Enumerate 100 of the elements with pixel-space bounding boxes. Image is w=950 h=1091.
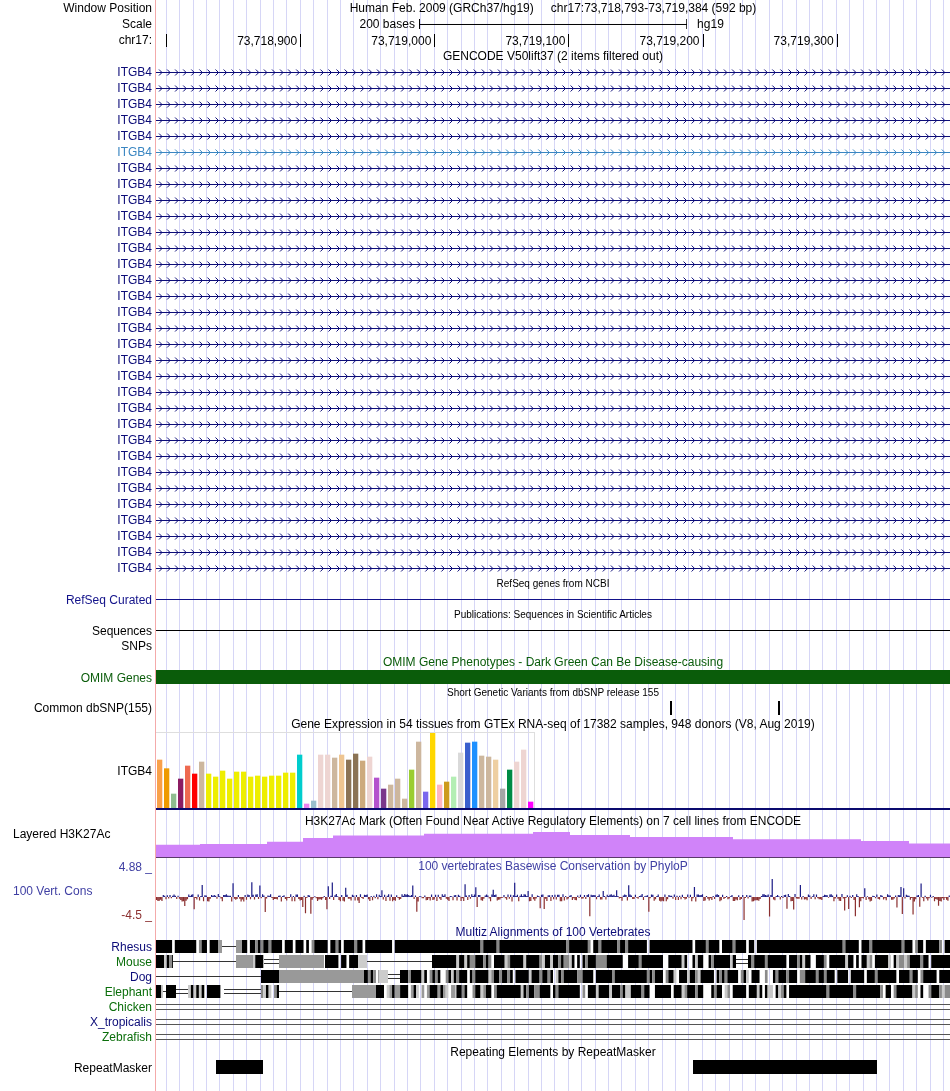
transcript-line[interactable] <box>156 116 950 124</box>
species-label[interactable]: Mouse <box>115 955 152 968</box>
gene-label[interactable]: ITGB4 <box>117 466 152 478</box>
transcript-line[interactable] <box>156 516 950 524</box>
ruler-tick <box>434 34 436 47</box>
track-label[interactable]: Layered H3K27Ac <box>13 828 111 840</box>
track-label[interactable]: ITGB4 <box>117 765 152 777</box>
ruler-tick <box>300 34 302 47</box>
track-label[interactable]: RefSeq Curated <box>65 593 152 606</box>
species-label[interactable]: Elephant <box>104 985 152 998</box>
transcript-line[interactable] <box>156 452 950 460</box>
genome-position: chr17:73,718,793-73,719,384 (592 bp) <box>550 2 757 14</box>
species-label[interactable]: Dog <box>130 970 152 983</box>
gene-label[interactable]: ITGB4 <box>117 146 152 158</box>
track-title: GENCODE V50lift37 (2 items filtered out) <box>442 50 664 62</box>
row-label: Window Position <box>63 2 152 14</box>
gene-label[interactable]: ITGB4 <box>117 562 152 574</box>
position-label: 73,719,100 <box>505 35 566 47</box>
gene-label[interactable]: ITGB4 <box>117 194 152 206</box>
transcript-line[interactable] <box>156 180 950 188</box>
gene-label[interactable]: ITGB4 <box>117 338 152 350</box>
track-title: 100 vertebrates Basewise Conservation by PhyloP <box>418 860 688 872</box>
track-label[interactable]: 100 Vert. Cons <box>13 885 93 897</box>
gene-label[interactable]: ITGB4 <box>117 354 152 366</box>
gene-label[interactable]: ITGB4 <box>117 274 152 286</box>
transcript-line[interactable] <box>156 468 950 476</box>
gene-label[interactable]: ITGB4 <box>117 258 152 270</box>
gene-label[interactable]: ITGB4 <box>117 370 152 382</box>
gene-label[interactable]: ITGB4 <box>117 130 152 142</box>
gene-label[interactable]: ITGB4 <box>117 82 152 94</box>
gene-label[interactable]: ITGB4 <box>117 226 152 238</box>
track-label[interactable]: OMIM Genes <box>80 671 152 684</box>
gene-label[interactable]: ITGB4 <box>117 114 152 126</box>
gene-label[interactable]: ITGB4 <box>117 386 152 398</box>
transcript-line[interactable] <box>156 532 950 540</box>
position-label: 73,719,300 <box>773 35 834 47</box>
gene-label[interactable]: ITGB4 <box>117 482 152 494</box>
transcript-line[interactable] <box>156 500 950 508</box>
gene-label[interactable]: ITGB4 <box>117 210 152 222</box>
transcript-line[interactable] <box>156 420 950 428</box>
track-title: OMIM Gene Phenotypes - Dark Green Can Be Disease-causing <box>382 656 724 668</box>
gene-label[interactable]: ITGB4 <box>117 66 152 78</box>
gene-label[interactable]: ITGB4 <box>117 434 152 446</box>
transcript-line[interactable] <box>156 388 950 396</box>
transcript-line[interactable] <box>156 372 950 380</box>
gene-label[interactable]: ITGB4 <box>117 290 152 302</box>
scale-length: 200 bases <box>359 18 415 30</box>
species-label[interactable]: X_tropicalis <box>89 1015 152 1028</box>
gene-label[interactable]: ITGB4 <box>117 306 152 318</box>
gene-label[interactable]: ITGB4 <box>117 322 152 334</box>
track-label[interactable]: Sequences <box>91 624 152 637</box>
transcript-line[interactable] <box>156 564 950 572</box>
transcript-line[interactable] <box>156 260 950 268</box>
gene-label[interactable]: ITGB4 <box>117 530 152 542</box>
track-label[interactable]: RepeatMasker <box>73 1061 152 1074</box>
transcript-line[interactable] <box>156 548 950 556</box>
track-label[interactable]: SNPs <box>121 640 152 652</box>
track-title: Gene Expression in 54 tissues from GTEx RNA-seq of 17382 samples, 948 donors (V8, Aug 2019) <box>291 718 815 730</box>
transcript-line[interactable] <box>156 84 950 92</box>
transcript-line[interactable] <box>156 244 950 252</box>
track-title: Repeating Elements by RepeatMasker <box>450 1046 656 1058</box>
track-title: Multiz Alignments of 100 Vertebrates <box>455 926 651 938</box>
transcript-line[interactable] <box>156 68 950 76</box>
gene-label[interactable]: ITGB4 <box>117 546 152 558</box>
transcript-line[interactable] <box>156 340 950 348</box>
row-label: chr17: <box>118 34 152 46</box>
track-label[interactable]: Common dbSNP(155) <box>33 702 152 714</box>
transcript-line[interactable] <box>156 228 950 236</box>
gene-label[interactable]: ITGB4 <box>117 418 152 430</box>
axis-min-label: -4.5 _ <box>121 909 152 921</box>
transcript-line[interactable] <box>156 436 950 444</box>
transcript-line[interactable] <box>156 356 950 364</box>
transcript-line[interactable] <box>156 404 950 412</box>
gene-label[interactable]: ITGB4 <box>117 162 152 174</box>
assembly-name: Human Feb. 2009 (GRCh37/hg19) <box>349 2 534 14</box>
transcript-line[interactable] <box>156 308 950 316</box>
row-label: Scale <box>121 18 152 30</box>
species-label[interactable]: Zebrafish <box>101 1030 152 1043</box>
transcript-line[interactable] <box>156 196 950 204</box>
ruler-tick <box>702 34 704 47</box>
variant-tick <box>670 701 672 715</box>
transcript-line[interactable] <box>156 292 950 300</box>
gene-label[interactable]: ITGB4 <box>117 402 152 414</box>
transcript-line[interactable] <box>156 132 950 140</box>
gene-label[interactable]: ITGB4 <box>117 498 152 510</box>
gene-label[interactable]: ITGB4 <box>117 450 152 462</box>
gene-label[interactable]: ITGB4 <box>117 178 152 190</box>
transcript-line[interactable] <box>156 324 950 332</box>
ruler-tick <box>836 34 838 47</box>
gene-label[interactable]: ITGB4 <box>117 514 152 526</box>
gene-label[interactable]: ITGB4 <box>117 98 152 110</box>
gene-label[interactable]: ITGB4 <box>117 242 152 254</box>
transcript-line[interactable] <box>156 212 950 220</box>
transcript-line[interactable] <box>156 100 950 108</box>
species-label[interactable]: Rhesus <box>111 940 152 953</box>
species-label[interactable]: Chicken <box>108 1000 152 1013</box>
assembly-label: hg19 <box>697 18 724 30</box>
transcript-line[interactable] <box>156 164 950 172</box>
transcript-line[interactable] <box>156 484 950 492</box>
transcript-line[interactable] <box>156 276 950 284</box>
